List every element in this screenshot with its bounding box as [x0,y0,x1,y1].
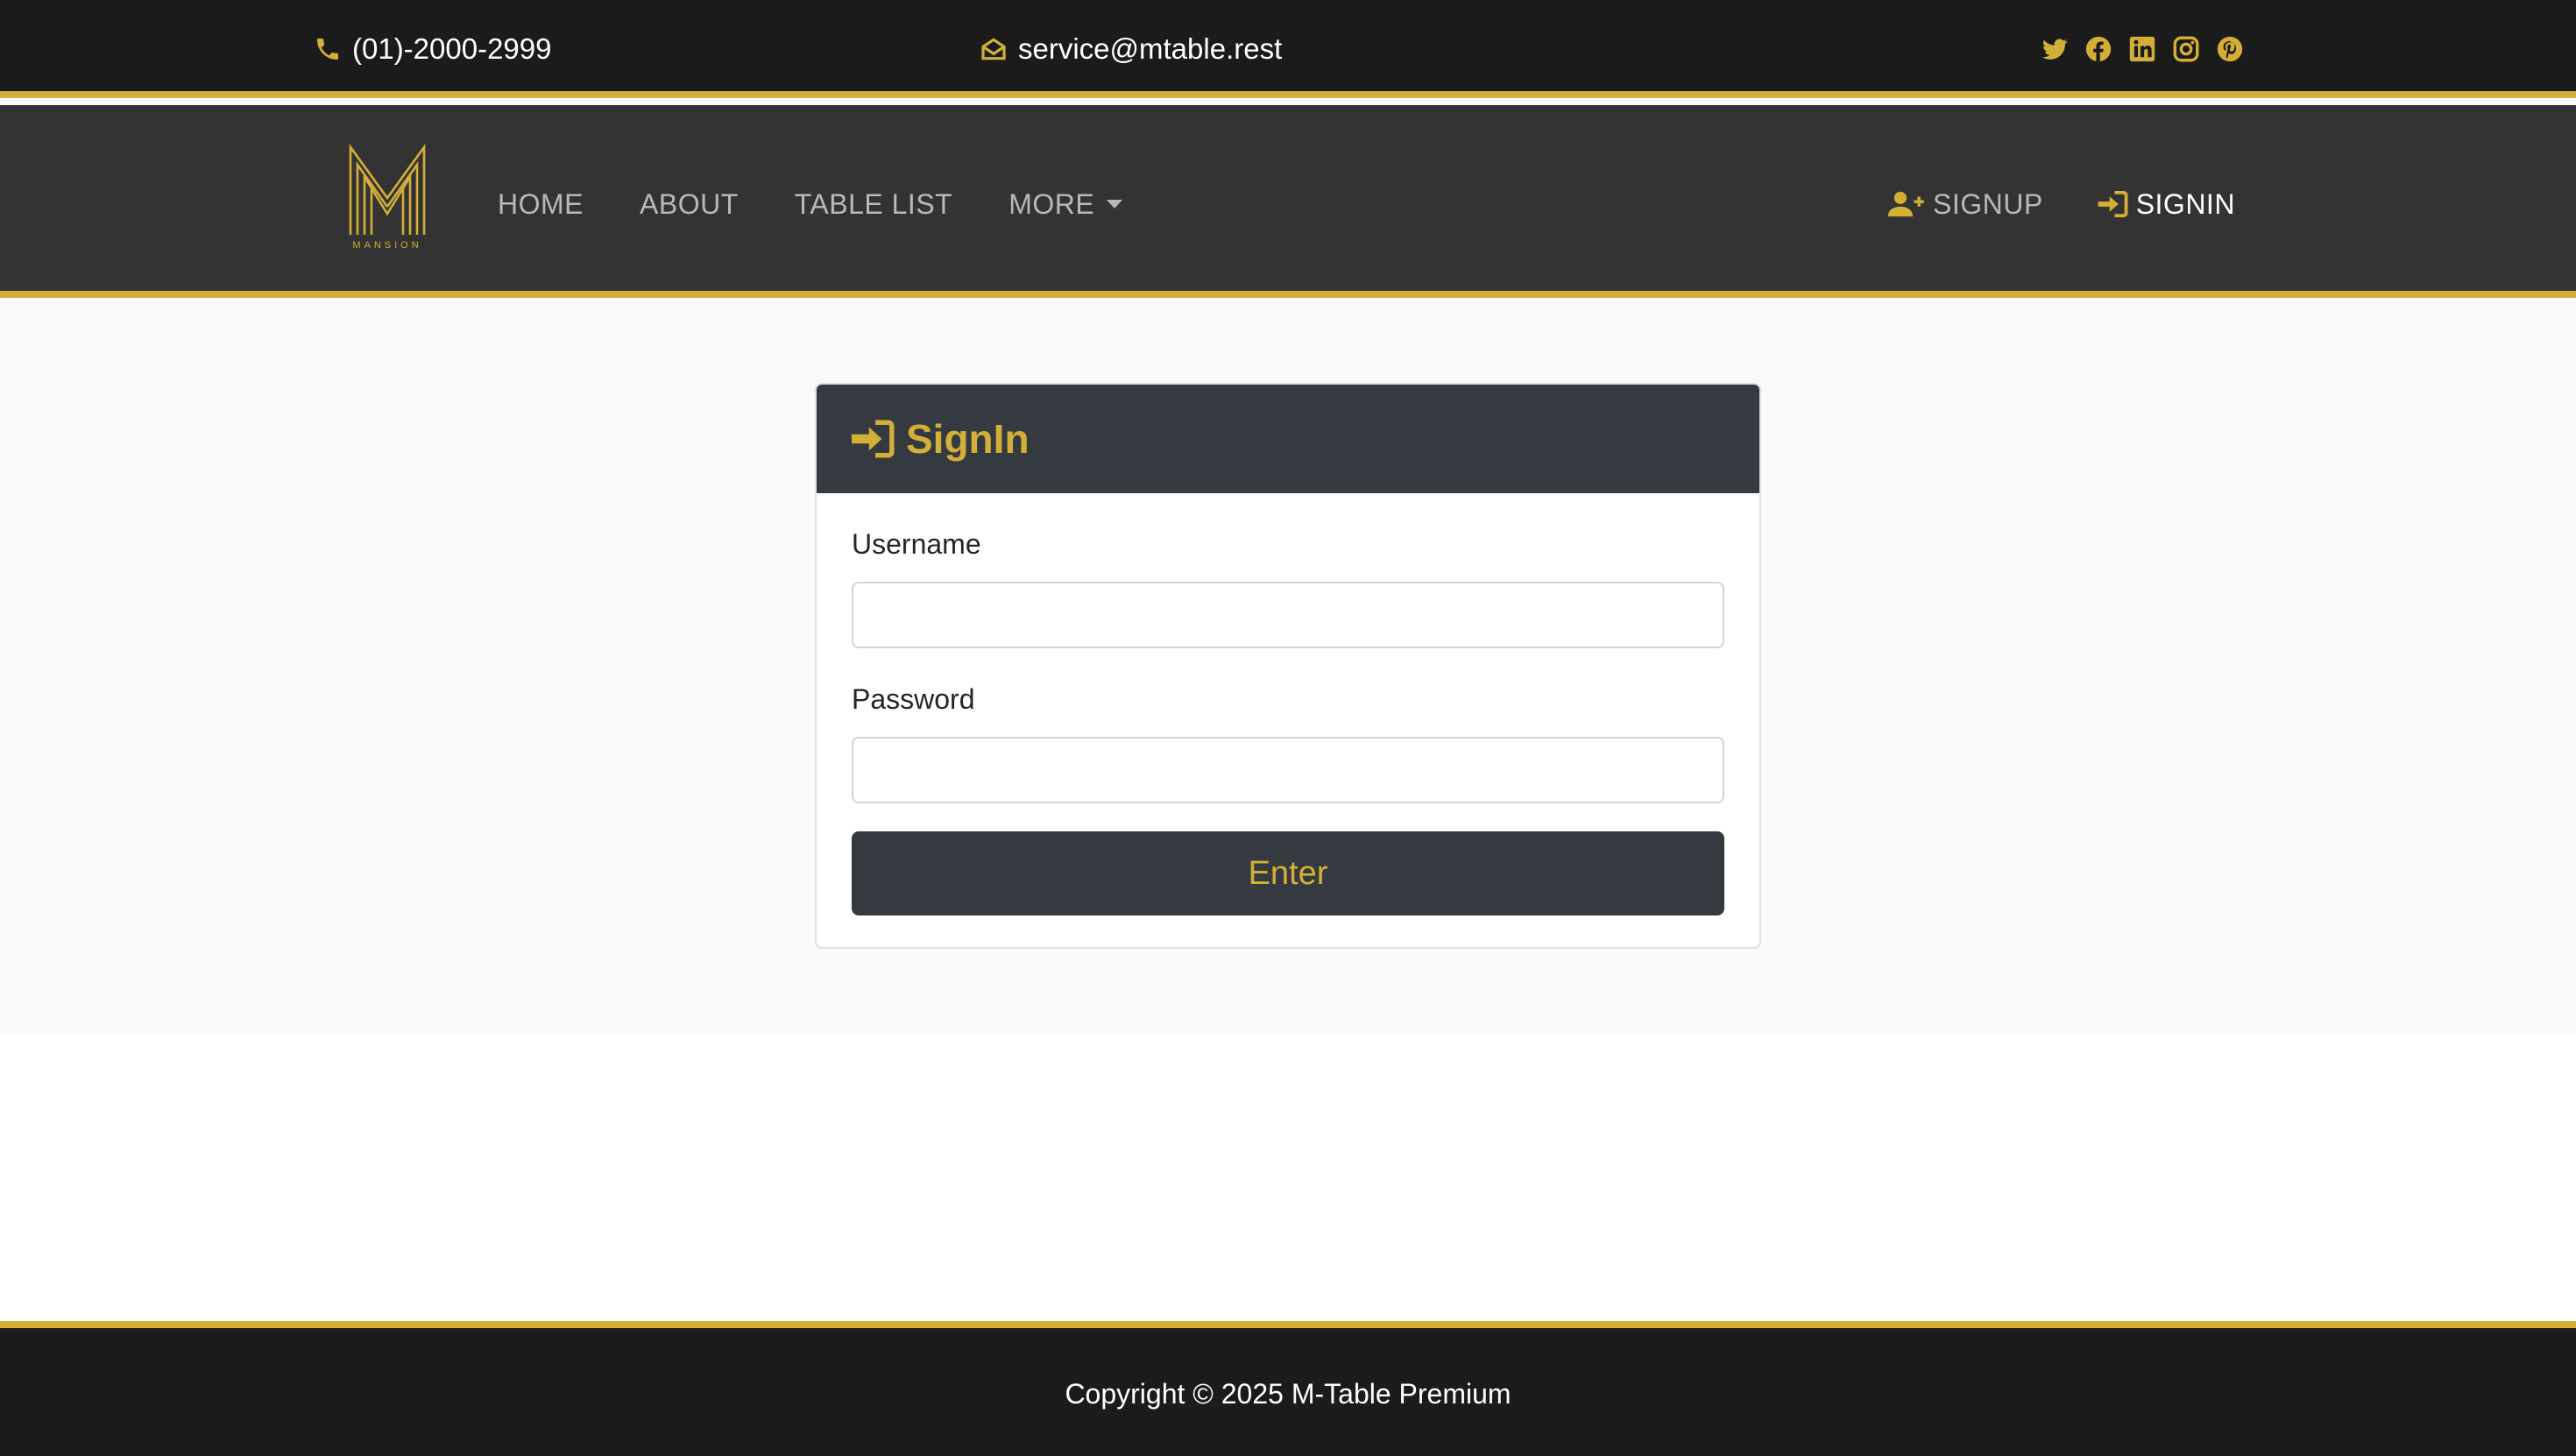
footer-copyright: Copyright © 2025 M-Table Premium [1065,1377,1511,1410]
signin-card-header: SignIn [817,385,1759,493]
phone-number: (01)-2000-2999 [352,32,552,65]
signin-card: SignIn Username Password Enter [815,383,1761,949]
password-label: Password [852,683,975,715]
nav-more-dropdown[interactable]: MORE [1008,187,1123,221]
logo-wordmark: MANSION [352,240,421,251]
password-input[interactable] [852,737,1724,803]
enter-button[interactable]: Enter [852,831,1724,915]
main-content: SignIn Username Password Enter [0,298,2576,1034]
nav-home[interactable]: HOME [498,188,584,221]
phone-icon [314,35,342,63]
linkedin-icon[interactable] [2127,34,2157,64]
instagram-icon[interactable] [2171,34,2201,64]
nav-signin[interactable]: SIGNIN [2098,188,2235,221]
nav-signin-label: SIGNIN [2135,187,2235,220]
username-input[interactable] [852,582,1724,648]
top-contact-bar: (01)-2000-2999 service@mtable.rest [0,0,2576,98]
envelope-open-icon [980,35,1008,63]
email-address: service@mtable.rest [1018,32,1283,65]
signin-form: Username Password Enter [817,493,1759,915]
nav-about-label: ABOUT [640,187,739,220]
nav-signup[interactable]: SIGNUP [1887,188,2043,221]
contact-email: service@mtable.rest [980,32,1282,67]
twitter-icon[interactable] [2040,34,2070,64]
nav-more-label: MORE [1008,187,1095,220]
mansion-logo[interactable]: MANSION [347,143,428,251]
social-links [2040,32,2245,67]
username-label: Username [852,528,981,560]
contact-phone: (01)-2000-2999 [314,32,552,67]
nav-home-label: HOME [498,187,584,220]
nav-about[interactable]: ABOUT [640,188,739,221]
page-footer: Copyright © 2025 M-Table Premium [0,1321,2576,1456]
caret-down-icon [1107,200,1123,209]
nav-signup-label: SIGNUP [1933,187,2043,220]
sign-in-icon [852,419,895,459]
nav-auth-links: SIGNUP SIGNIN [1887,182,2235,226]
pinterest-icon[interactable] [2215,34,2245,64]
nav-table-list[interactable]: TABLE LIST [795,188,952,221]
main-navbar: MANSION HOME ABOUT TABLE LIST MORE SIGNU… [0,105,2576,298]
facebook-icon[interactable] [2084,34,2113,64]
sign-in-icon [2098,190,2129,218]
nav-table-list-label: TABLE LIST [794,187,953,220]
user-plus-icon [1887,189,1926,219]
nav-links: HOME ABOUT TABLE LIST MORE [498,182,1123,226]
signin-card-title: SignIn [906,416,1030,462]
